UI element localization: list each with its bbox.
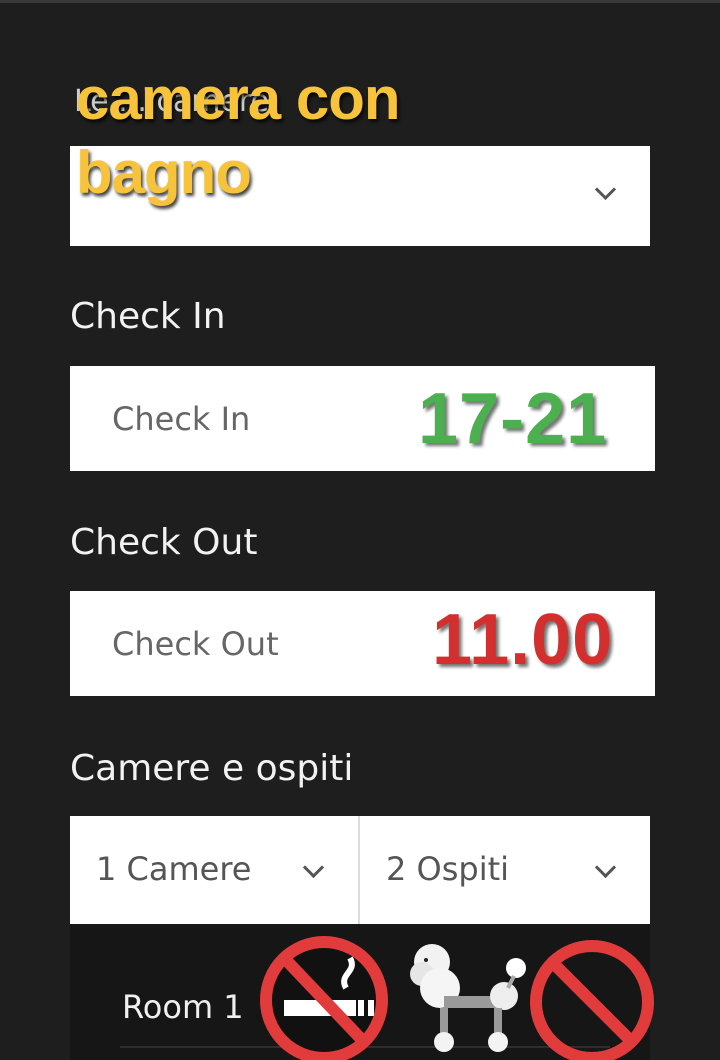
guests-value: 2 Ospiti [386, 850, 510, 888]
overlay-title: camera con bagno [76, 62, 496, 210]
check-out-time: 11.00 [432, 600, 614, 680]
check-in-placeholder: Check In [112, 400, 251, 438]
top-border [0, 0, 720, 3]
guests-select[interactable]: 2 Ospiti [360, 816, 648, 924]
check-out-input[interactable]: Check Out 11.00 [70, 591, 655, 696]
chevron-down-icon [594, 178, 617, 201]
chevron-down-icon [594, 856, 617, 879]
rooms-select[interactable]: 1 Camere [70, 816, 358, 924]
no-smoking-icon [260, 936, 388, 1060]
check-in-label: Check In [70, 296, 226, 337]
rooms-value: 1 Camere [96, 850, 252, 888]
rooms-guests-label: Camere e ospiti [70, 748, 354, 789]
check-out-placeholder: Check Out [112, 625, 279, 663]
overlay-title-line1: camera con [76, 65, 401, 132]
rooms-guests-group: 1 Camere 2 Ospiti [70, 816, 650, 924]
poodle-icon [410, 944, 526, 1052]
check-out-label: Check Out [70, 522, 258, 563]
prohibited-icon [530, 940, 654, 1060]
chevron-down-icon [302, 856, 325, 879]
check-in-input[interactable]: Check In 17-21 [70, 366, 655, 471]
check-in-hours: 17-21 [418, 379, 608, 459]
room-label: Room 1 [122, 988, 244, 1026]
overlay-title-line2: bagno [76, 139, 252, 206]
